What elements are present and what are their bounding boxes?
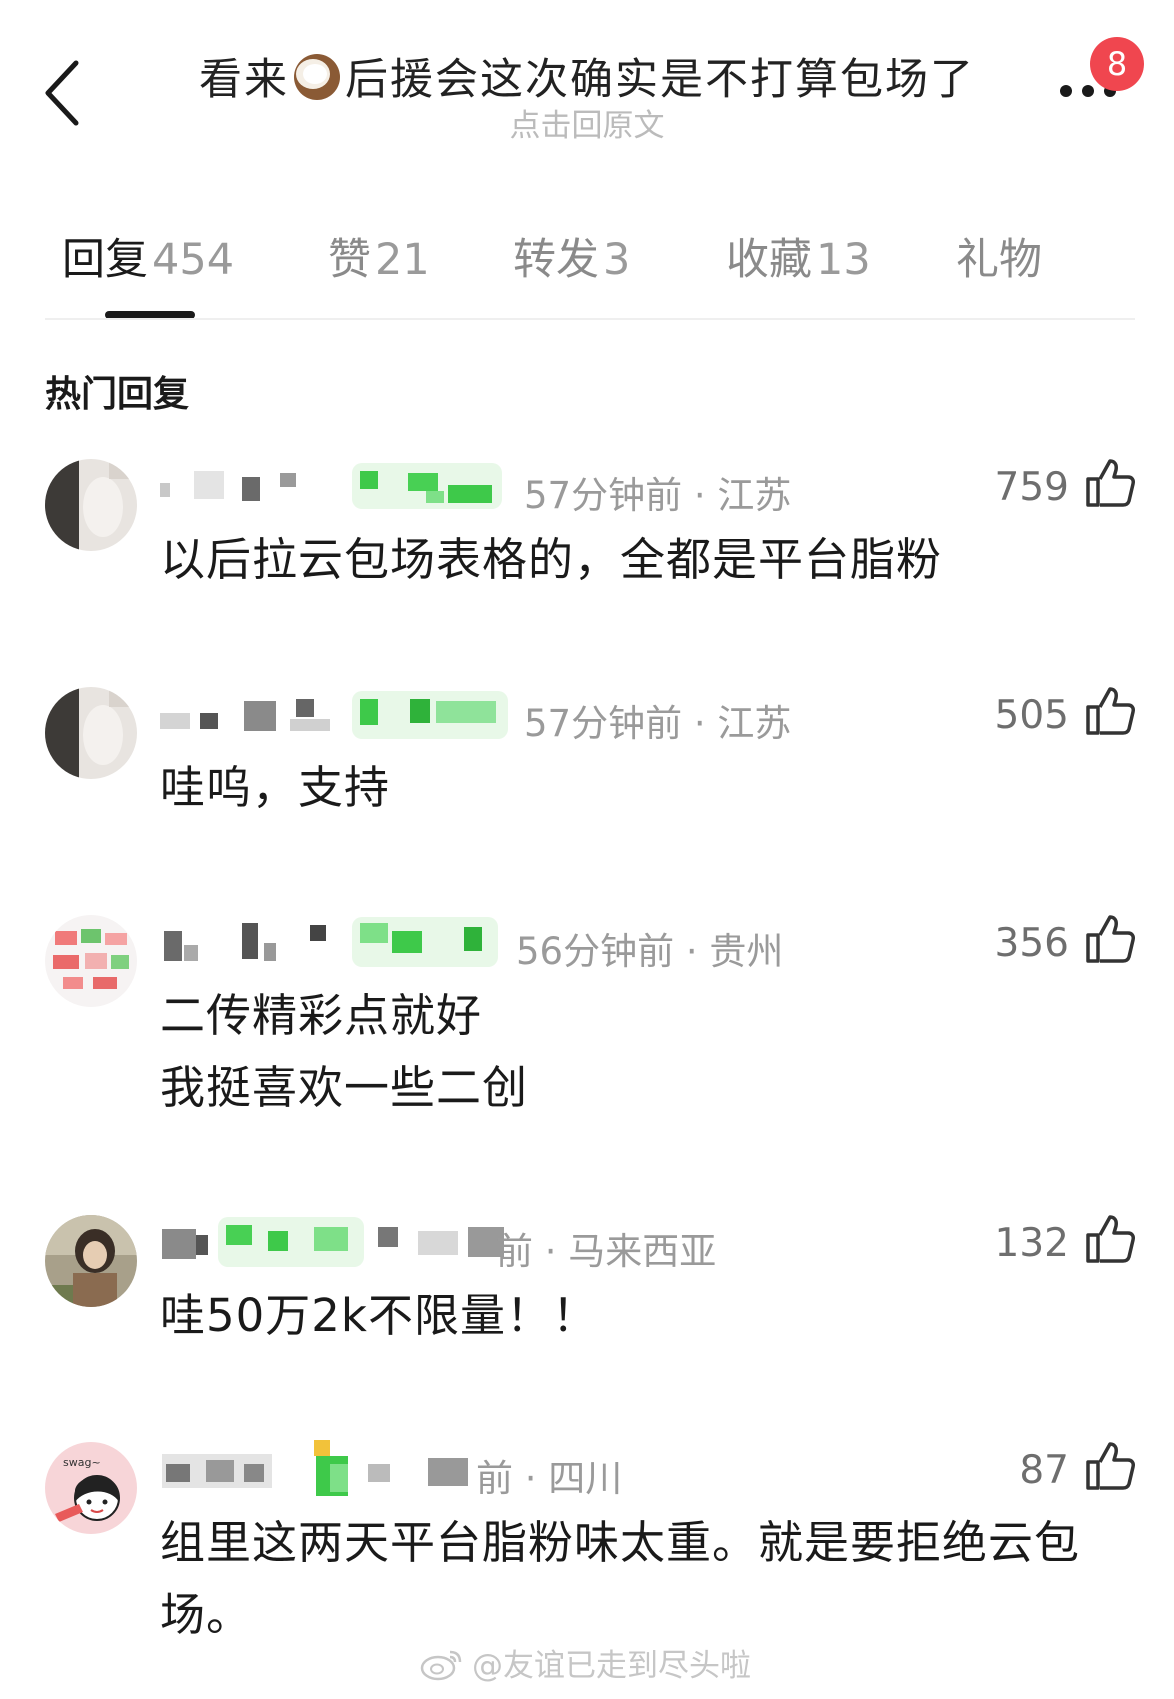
tab-reposts-label: 转发 bbox=[513, 235, 599, 285]
comment-meta: 56分钟前 · 贵州 bbox=[160, 913, 1020, 973]
tab-reposts-count: 3 bbox=[603, 235, 631, 285]
comment-text-line: 场。 bbox=[160, 1588, 253, 1641]
like-count: 132 bbox=[994, 1221, 1069, 1266]
comment-text-line: 以后拉云包场表格的，全都是平台脂粉 bbox=[160, 533, 943, 586]
comment-text-line: 二传精彩点就好 bbox=[160, 989, 483, 1042]
thumbs-up-icon[interactable] bbox=[1084, 457, 1136, 509]
redacted-username bbox=[160, 1219, 216, 1265]
title-text-start: 看来 bbox=[199, 55, 289, 105]
tab-likes[interactable]: 赞21 bbox=[328, 225, 430, 287]
view-original-link[interactable]: 点击回原文 bbox=[0, 100, 1174, 145]
user-avatar[interactable] bbox=[45, 915, 137, 1007]
thumbs-up-icon[interactable] bbox=[1084, 1213, 1136, 1265]
tab-replies-count: 454 bbox=[152, 235, 235, 285]
user-avatar[interactable]: swag~ bbox=[45, 1442, 137, 1534]
like-count: 759 bbox=[994, 465, 1069, 510]
comment-meta: 前 · 马来西亚 bbox=[160, 1213, 1020, 1273]
tab-likes-count: 21 bbox=[375, 235, 430, 285]
svg-text:swag~: swag~ bbox=[63, 1456, 101, 1469]
redacted-time bbox=[378, 1223, 508, 1263]
tab-reposts[interactable]: 转发3 bbox=[513, 225, 630, 287]
comment-meta: 前 · 四川 bbox=[160, 1440, 1020, 1500]
user-avatar[interactable] bbox=[45, 459, 137, 551]
post-title[interactable]: 看来 后援会这次确实是不打算包场了 bbox=[150, 45, 1024, 107]
user-avatar[interactable] bbox=[45, 1215, 137, 1307]
notification-badge: 8 bbox=[1090, 37, 1144, 91]
tab-favorites-label: 收藏 bbox=[726, 235, 812, 285]
tab-replies[interactable]: 回复454 bbox=[62, 225, 234, 287]
tab-bar: 回复454 赞21 转发3 收藏13 礼物 bbox=[0, 225, 1174, 305]
comment-text-line: 我挺喜欢一些二创 bbox=[160, 1061, 529, 1114]
redacted-badge bbox=[310, 1440, 352, 1496]
redacted-username bbox=[160, 695, 340, 735]
tab-likes-label: 赞 bbox=[328, 235, 371, 285]
comment-text-line: 哇呜，支持 bbox=[160, 761, 391, 814]
weibo-watermark: @友谊已走到尽头啦 bbox=[420, 1640, 751, 1685]
comment-text-line: 组里这两天平台脂粉味太重。就是要拒绝云包 bbox=[160, 1516, 1081, 1569]
thumbs-up-icon[interactable] bbox=[1084, 685, 1136, 737]
redacted-time bbox=[368, 1450, 468, 1492]
redacted-badge bbox=[352, 691, 508, 739]
redacted-badge bbox=[218, 1217, 364, 1267]
tab-favorites-count: 13 bbox=[816, 235, 871, 285]
tab-gifts-label: 礼物 bbox=[956, 235, 1042, 285]
comment-time-location: 57分钟前 · 江苏 bbox=[524, 702, 792, 745]
watermark-text: @友谊已走到尽头啦 bbox=[472, 1648, 751, 1684]
weibo-logo-icon bbox=[420, 1646, 464, 1682]
tab-divider bbox=[45, 318, 1135, 320]
redacted-badge bbox=[352, 463, 502, 509]
like-count: 505 bbox=[994, 693, 1069, 738]
redacted-username bbox=[160, 1446, 300, 1494]
coconut-emoji-icon bbox=[291, 50, 343, 102]
tab-favorites[interactable]: 收藏13 bbox=[726, 225, 871, 287]
top-bar: 看来 后援会这次确实是不打算包场了 点击回原文 8 bbox=[0, 0, 1174, 170]
comment-time-location: 前 · 马来西亚 bbox=[496, 1230, 717, 1273]
thumbs-up-icon[interactable] bbox=[1084, 913, 1136, 965]
redacted-username bbox=[160, 919, 340, 965]
redacted-username bbox=[160, 469, 300, 503]
tab-gifts[interactable]: 礼物 bbox=[956, 225, 1042, 287]
comment-time-location: 56分钟前 · 贵州 bbox=[516, 930, 784, 973]
like-count: 87 bbox=[1019, 1448, 1069, 1493]
comment-time-location: 57分钟前 · 江苏 bbox=[524, 474, 792, 517]
user-avatar[interactable] bbox=[45, 687, 137, 779]
like-count: 356 bbox=[994, 921, 1069, 966]
title-text-end: 后援会这次确实是不打算包场了 bbox=[345, 55, 975, 105]
comment-text-line: 哇50万2k不限量！！ bbox=[160, 1289, 598, 1342]
comment-meta: 57分钟前 · 江苏 bbox=[160, 685, 1020, 745]
thumbs-up-icon[interactable] bbox=[1084, 1440, 1136, 1492]
hot-replies-heading: 热门回复 bbox=[45, 374, 190, 415]
redacted-badge bbox=[352, 917, 498, 967]
comment-time-location: 前 · 四川 bbox=[476, 1457, 623, 1500]
comment-meta: 57分钟前 · 江苏 bbox=[160, 457, 1020, 517]
tab-replies-label: 回复 bbox=[62, 235, 148, 285]
